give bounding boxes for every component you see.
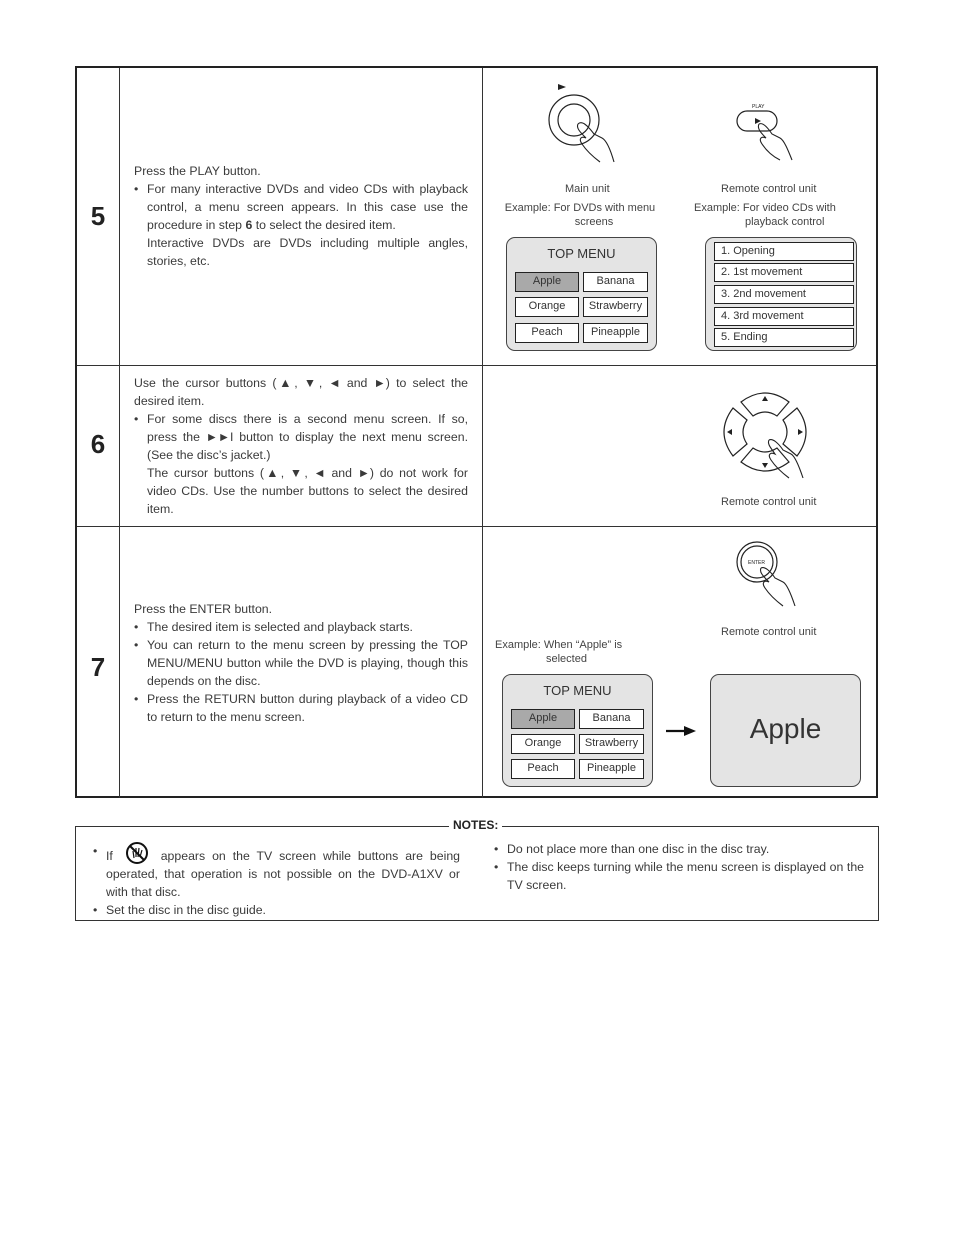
- play-label: PLAY: [752, 104, 765, 110]
- menu-item-apple[interactable]: Apple: [515, 272, 579, 292]
- note-text: appears on the TV screen while buttons a…: [106, 849, 460, 899]
- menu-item-pineapple[interactable]: Pineapple: [579, 759, 644, 779]
- step-intro: Press the ENTER button.: [134, 602, 273, 616]
- vcd-menu-item[interactable]: 5. Ending: [714, 328, 854, 347]
- step-row-5: 5 Press the PLAY button. For many intera…: [77, 68, 876, 365]
- step-text-cell: Press the ENTER button. The desired item…: [120, 527, 483, 798]
- top-menu-title: TOP MENU: [547, 246, 616, 261]
- remote-control-caption: Remote control unit: [721, 626, 817, 638]
- note-item: The disc keeps turning while the menu sc…: [494, 858, 864, 894]
- cursor-pad-icon: [723, 392, 807, 479]
- bullet-item: For some discs there is a second menu sc…: [134, 410, 468, 464]
- steps-table: 5 Press the PLAY button. For many intera…: [75, 66, 878, 798]
- menu-item-banana[interactable]: Banana: [583, 272, 648, 292]
- up-arrow-icon: [762, 396, 768, 401]
- menu-item-orange[interactable]: Orange: [515, 297, 579, 317]
- dvd-example-caption: Example: For DVDs with menu screens: [495, 201, 665, 229]
- vcd-menu-item[interactable]: 2. 1st movement: [714, 263, 854, 282]
- caption-line: Example: For video CDs with: [694, 202, 836, 214]
- step-7-instructions: Press the ENTER button. The desired item…: [134, 600, 468, 726]
- bullet-item: Press the RETURN button during playback …: [134, 690, 468, 726]
- top-menu-screen: TOP MENU Apple Banana Orange Strawberry …: [502, 674, 653, 787]
- menu-item-banana[interactable]: Banana: [579, 709, 644, 729]
- caption-line: Example: For DVDs with menu: [504, 202, 656, 214]
- menu-item-pineapple[interactable]: Pineapple: [583, 323, 648, 343]
- arrow-right-icon: [666, 726, 696, 736]
- caption-line: selected: [546, 653, 587, 665]
- menu-item-strawberry[interactable]: Strawberry: [579, 734, 644, 754]
- enter-label: ENTER: [748, 560, 765, 566]
- result-screen-text: Apple: [749, 713, 822, 744]
- step-6-instructions: Use the cursor buttons (▲, ▼, ◄ and ►) t…: [134, 374, 468, 518]
- note-text: If: [106, 849, 113, 863]
- menu-item-orange[interactable]: Orange: [511, 734, 575, 754]
- vcd-menu-item[interactable]: 4. 3rd movement: [714, 307, 854, 326]
- caption-line: playback control: [745, 216, 825, 228]
- notes-box: NOTES: If appears on the TV screen while…: [75, 818, 879, 921]
- step-number-cell: 7: [77, 527, 120, 798]
- bullet-continuation: Interactive DVDs are DVDs including mult…: [147, 236, 468, 268]
- top-menu-screen: TOP MENU Apple Banana Orange Strawberry …: [506, 237, 657, 351]
- menu-item-apple[interactable]: Apple: [511, 709, 575, 729]
- main-unit-play-knob-icon: [548, 84, 615, 163]
- bullet-item: For many interactive DVDs and video CDs …: [134, 180, 468, 234]
- step-text-cell: Use the cursor buttons (▲, ▼, ◄ and ►) t…: [120, 366, 483, 526]
- left-arrow-icon: [727, 429, 732, 435]
- note-item: If appears on the TV screen while button…: [93, 842, 460, 901]
- bullet-continuation: The cursor buttons (▲, ▼, ◄ and ►) do no…: [147, 466, 468, 516]
- step-number: 7: [90, 652, 106, 682]
- step-number-cell: 6: [77, 366, 120, 526]
- prohibited-hand-icon: [125, 842, 148, 864]
- vcd-menu-item[interactable]: 3. 2nd movement: [714, 285, 854, 304]
- note-item: Set the disc in the disc guide.: [93, 901, 460, 919]
- vcd-menu-item[interactable]: 1. Opening: [714, 242, 854, 261]
- top-menu-title: TOP MENU: [543, 683, 612, 698]
- menu-item-strawberry[interactable]: Strawberry: [583, 297, 648, 317]
- step-intro: Use the cursor buttons (▲, ▼, ◄ and ►) t…: [134, 376, 468, 408]
- remote-control-caption: Remote control unit: [721, 496, 817, 508]
- down-arrow-icon: [762, 463, 768, 468]
- main-unit-caption: Main unit: [565, 183, 610, 195]
- menu-item-peach[interactable]: Peach: [515, 323, 579, 343]
- caption-line: Example: When “Apple” is: [495, 639, 623, 651]
- step-number: 5: [90, 201, 106, 231]
- step-number-cell: 5: [77, 68, 120, 365]
- remote-play-button-icon: PLAY: [736, 104, 793, 161]
- step-5-instructions: Press the PLAY button. For many interact…: [134, 162, 468, 270]
- step-row-7: 7 Press the ENTER button. The desired it…: [77, 526, 876, 798]
- note-item: Do not place more than one disc in the d…: [494, 840, 864, 858]
- bullet-item: The desired item is selected and playbac…: [134, 618, 468, 636]
- right-arrow-icon: [798, 429, 803, 435]
- menu-item-peach[interactable]: Peach: [511, 759, 575, 779]
- bullet-item: You can return to the menu screen by pre…: [134, 636, 468, 690]
- notes-left-column: If appears on the TV screen while button…: [93, 842, 460, 919]
- bullet-text: to select the desired item.: [252, 218, 396, 232]
- vcd-playback-menu-screen: 1. Opening 2. 1st movement 3. 2nd moveme…: [705, 237, 857, 351]
- notes-right-column: Do not place more than one disc in the d…: [494, 840, 864, 894]
- playback-result-screen: Apple: [710, 674, 861, 787]
- step-intro: Press the PLAY button.: [134, 164, 261, 178]
- vcd-example-caption: Example: For video CDs with playback con…: [694, 201, 864, 229]
- step-text-cell: Press the PLAY button. For many interact…: [120, 68, 483, 365]
- hand-icon: [759, 567, 796, 607]
- notes-title: NOTES:: [449, 818, 503, 832]
- step-row-6: 6 Use the cursor buttons (▲, ▼, ◄ and ►)…: [77, 365, 876, 526]
- apple-example-caption: Example: When “Apple” is selected: [495, 638, 665, 666]
- step-number: 6: [90, 429, 106, 459]
- caption-line: screens: [574, 216, 614, 228]
- remote-control-caption: Remote control unit: [721, 183, 817, 195]
